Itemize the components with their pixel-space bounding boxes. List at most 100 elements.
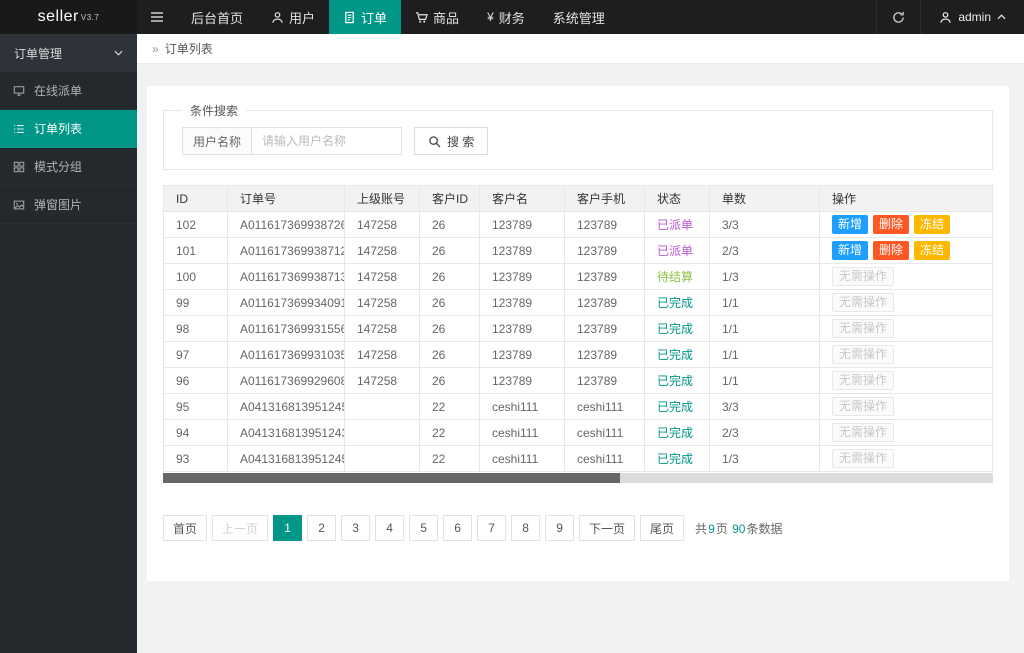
chevron-down-icon [114, 50, 123, 56]
pagination-page-button[interactable]: 3 [341, 515, 370, 541]
pagination-page-button[interactable]: 1 [273, 515, 302, 541]
finance-icon: ¥ [487, 11, 494, 23]
cell-parent_account: 147258 [345, 212, 420, 238]
cell-status: 已完成 [645, 394, 710, 420]
cell-parent_account: 147258 [345, 238, 420, 264]
pagination-next-button[interactable]: 下一页 [579, 515, 635, 541]
breadcrumb: » 订单列表 [137, 34, 1024, 64]
pagination-page-button[interactable]: 8 [511, 515, 540, 541]
table-row: 96A0116173699296083314725826123789123789… [164, 368, 993, 394]
nav-item-label: 系统管理 [553, 8, 605, 27]
pagination-page-button[interactable]: 7 [477, 515, 506, 541]
column-header: 单数 [710, 186, 820, 212]
cell-parent_account: 147258 [345, 264, 420, 290]
column-header: 状态 [645, 186, 710, 212]
status-text: 已完成 [657, 400, 693, 414]
sidebar-item-label: 订单列表 [34, 120, 82, 137]
cell-id: 97 [164, 342, 228, 368]
action-del-button[interactable]: 删除 [873, 241, 909, 261]
pagination-first-button[interactable]: 首页 [163, 515, 207, 541]
scrollbar-thumb[interactable] [163, 473, 620, 483]
horizontal-scrollbar[interactable] [163, 473, 993, 483]
pagination-page-button[interactable]: 5 [409, 515, 438, 541]
cell-customer_phone: ceshi111 [565, 420, 645, 446]
action-del-button[interactable]: 删除 [873, 215, 909, 235]
table-row: 98A0116173699315562814725826123789123789… [164, 316, 993, 342]
admin-menu[interactable]: admin [920, 0, 1024, 34]
cell-customer_id: 26 [420, 264, 480, 290]
username-input[interactable] [252, 127, 402, 155]
column-header: 客户ID [420, 186, 480, 212]
cell-customer_id: 26 [420, 316, 480, 342]
cell-actions: 无需操作 [820, 264, 993, 290]
cell-status: 待结算 [645, 264, 710, 290]
cell-customer_name: 123789 [480, 290, 565, 316]
column-header: 订单号 [228, 186, 345, 212]
cell-customer_name: ceshi111 [480, 394, 565, 420]
cell-order_no: A01161736993155628 [228, 316, 345, 342]
table-row: 97A0116173699310351214725826123789123789… [164, 342, 993, 368]
search-row: 用户名称 搜 索 [182, 127, 974, 155]
search-icon [428, 135, 441, 148]
content: 条件搜索 用户名称 搜 索 ID订单号上级账号客户I [137, 64, 1024, 653]
cell-parent_account: 147258 [345, 290, 420, 316]
goods-icon [415, 11, 428, 24]
pagination: 首页上一页123456789下一页尾页共9页 90条数据 [163, 515, 993, 541]
cell-parent_account: 147258 [345, 342, 420, 368]
sidebar-item[interactable]: 订单列表 [0, 110, 137, 148]
pagination-summary: 共9页 90条数据 [695, 520, 782, 537]
sidebar-group-orders[interactable]: 订单管理 [0, 34, 137, 72]
cell-count: 3/3 [710, 212, 820, 238]
nav-item-label: 财务 [499, 8, 525, 27]
nav-item-label: 订单 [361, 8, 387, 27]
pagination-page-button[interactable]: 4 [375, 515, 404, 541]
cell-customer_phone: 123789 [565, 290, 645, 316]
pagination-page-button[interactable]: 6 [443, 515, 472, 541]
table-row: 99A0116173699340915114725826123789123789… [164, 290, 993, 316]
sidebar-item-label: 弹窗图片 [34, 196, 82, 213]
table-row: 100A011617369938713381472582612378912378… [164, 264, 993, 290]
action-freeze-button[interactable]: 冻结 [914, 215, 950, 235]
top-nav-item[interactable]: 用户 [257, 0, 329, 34]
cell-customer_phone: 123789 [565, 264, 645, 290]
order-list-icon [13, 123, 25, 135]
cell-actions: 无需操作 [820, 446, 993, 472]
cell-id: 98 [164, 316, 228, 342]
column-header: 上级账号 [345, 186, 420, 212]
cell-order_no: A01161736993871338 [228, 264, 345, 290]
breadcrumb-current: 订单列表 [165, 40, 213, 57]
pagination-last-button[interactable]: 尾页 [640, 515, 684, 541]
cell-id: 99 [164, 290, 228, 316]
action-freeze-button[interactable]: 冻结 [914, 241, 950, 261]
topbar: sellerV3.7 后台首页用户订单商品¥财务系统管理 admin [0, 0, 1024, 34]
admin-name: admin [958, 10, 991, 24]
top-nav-item[interactable]: 商品 [401, 0, 473, 34]
top-nav-item[interactable]: 系统管理 [539, 0, 619, 34]
cell-actions: 无需操作 [820, 420, 993, 446]
action-add-button[interactable]: 新增 [832, 215, 868, 235]
cell-count: 2/3 [710, 420, 820, 446]
action-none-button: 无需操作 [832, 449, 894, 469]
top-nav-item[interactable]: 后台首页 [177, 0, 257, 34]
logo-version: V3.7 [81, 13, 99, 22]
refresh-button[interactable] [876, 0, 920, 34]
cell-id: 102 [164, 212, 228, 238]
cell-customer_phone: 123789 [565, 342, 645, 368]
pagination-page-button[interactable]: 9 [545, 515, 574, 541]
total-records: 90 [732, 522, 745, 536]
cell-customer_phone: ceshi111 [565, 446, 645, 472]
status-text: 已完成 [657, 374, 693, 388]
cell-actions: 新增删除冻结 [820, 212, 993, 238]
sidebar-item[interactable]: 弹窗图片 [0, 186, 137, 224]
cell-customer_phone: 123789 [565, 316, 645, 342]
sidebar-item[interactable]: 模式分组 [0, 148, 137, 186]
cell-actions: 无需操作 [820, 316, 993, 342]
top-nav-item[interactable]: ¥ 财务 [473, 0, 539, 34]
sidebar-item[interactable]: 在线派单 [0, 72, 137, 110]
action-none-button: 无需操作 [832, 423, 894, 443]
pagination-page-button[interactable]: 2 [307, 515, 336, 541]
search-button[interactable]: 搜 索 [414, 127, 488, 155]
sidebar-toggle-button[interactable] [137, 0, 177, 34]
action-add-button[interactable]: 新增 [832, 241, 868, 261]
top-nav-item[interactable]: 订单 [329, 0, 401, 34]
